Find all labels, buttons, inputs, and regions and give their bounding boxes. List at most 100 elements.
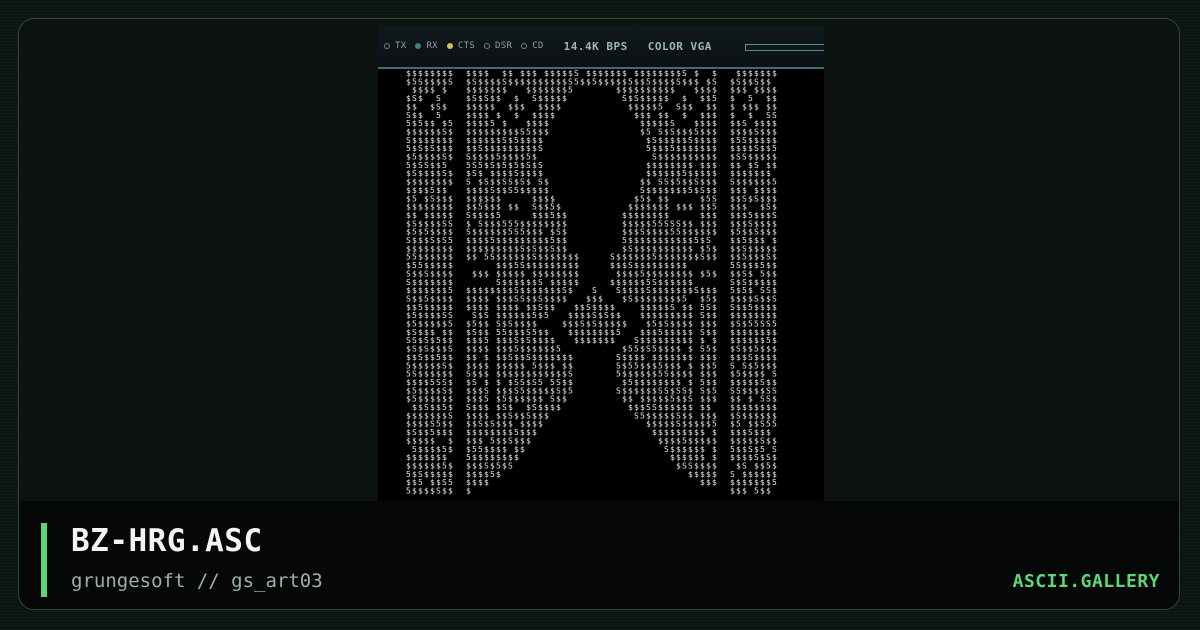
preview-card: TX RX CTS DSR CD 14.4K BPS COLOR VGA $ $… (18, 18, 1180, 610)
ascii-glyph: $ (646, 420, 651, 429)
ascii-glyph: $ (688, 253, 693, 262)
ascii-glyph: S (472, 169, 477, 178)
indicator-tx: TX (384, 41, 406, 51)
ascii-glyph: $ (754, 386, 759, 395)
ascii-glyph: $ (712, 253, 717, 262)
ascii-glyph: $ (514, 453, 519, 462)
ascii-glyph: $ (550, 403, 555, 412)
ascii-glyph: S (520, 294, 525, 303)
ascii-glyph: $ (760, 86, 765, 95)
ascii-glyph: $ (688, 102, 693, 111)
ascii-glyph: S (622, 94, 627, 103)
ascii-glyph: 5 (706, 269, 711, 278)
ascii-glyph: $ (580, 77, 585, 86)
ascii-glyph: $ (478, 370, 483, 379)
ascii-glyph: $ (574, 336, 579, 345)
info-footer: BZ-HRG.ASC grungesoft // gs_art03 ASCII.… (19, 501, 1179, 609)
ascii-glyph: $ (442, 428, 447, 437)
ascii-glyph: $ (742, 86, 747, 95)
ascii-glyph: S (616, 386, 621, 395)
ascii-glyph: 5 (574, 77, 579, 86)
ascii-glyph: $ (766, 361, 771, 370)
ascii-glyph: $ (754, 261, 759, 270)
ascii-glyph: $ (448, 487, 453, 496)
ascii-glyph: $ (670, 453, 675, 462)
terminal-screen: TX RX CTS DSR CD 14.4K BPS COLOR VGA $ $… (378, 25, 824, 501)
ascii-glyph: $ (688, 77, 693, 86)
ascii-glyph: $ (694, 86, 699, 95)
ascii-glyph: $ (514, 111, 519, 120)
ascii-glyph: 5 (646, 144, 651, 153)
ascii-glyph: $ (424, 470, 429, 479)
ascii-glyph: S (508, 436, 513, 445)
ascii-glyph: $ (496, 470, 501, 479)
ascii-glyph: S (508, 186, 513, 195)
ascii-glyph: $ (532, 169, 537, 178)
ascii-glyph: $ (544, 269, 549, 278)
ascii-glyph: $ (676, 203, 681, 212)
ascii-glyph: $ (502, 370, 507, 379)
ascii-glyph: $ (442, 86, 447, 95)
ascii-glyph: $ (430, 102, 435, 111)
ascii-glyph: $ (730, 487, 735, 496)
ascii-glyph: $ (568, 328, 573, 337)
ascii-glyph: $ (472, 253, 477, 262)
ascii-glyph: $ (490, 102, 495, 111)
ascii-glyph: S (754, 194, 759, 203)
ascii-glyph: $ (640, 127, 645, 136)
ascii-glyph: S (646, 345, 651, 354)
ascii-glyph: $ (502, 186, 507, 195)
ascii-glyph: S (694, 286, 699, 295)
ascii-glyph: $ (622, 395, 627, 404)
ascii-glyph: 5 (688, 186, 693, 195)
ascii-glyph: $ (526, 436, 531, 445)
ascii-glyph: $ (436, 320, 441, 329)
ascii-glyph: $ (694, 253, 699, 262)
ascii-glyph: $ (508, 203, 513, 212)
ascii-glyph: $ (466, 253, 471, 262)
ascii-glyph: $ (742, 386, 747, 395)
ascii-glyph: $ (610, 261, 615, 270)
ascii-glyph: S (526, 353, 531, 362)
ascii-glyph: $ (508, 102, 513, 111)
ascii-glyph: 5 (484, 253, 489, 262)
ascii-glyph: $ (694, 186, 699, 195)
ascii-glyph: $ (736, 86, 741, 95)
ascii-glyph: 5 (616, 370, 621, 379)
ascii-glyph: $ (622, 320, 627, 329)
ascii-glyph: $ (478, 345, 483, 354)
ascii-glyph: $ (742, 487, 747, 496)
ascii-glyph: $ (670, 186, 675, 195)
ascii-glyph: $ (652, 186, 657, 195)
ascii-glyph: $ (550, 303, 555, 312)
ascii-glyph: $ (628, 102, 633, 111)
ascii-glyph: $ (688, 203, 693, 212)
ascii-glyph: $ (682, 111, 687, 120)
ascii-glyph: $ (526, 86, 531, 95)
ascii-glyph: $ (448, 178, 453, 187)
ascii-glyph: 5 (640, 411, 645, 420)
ascii-glyph: $ (742, 102, 747, 111)
ascii-glyph: S (676, 102, 681, 111)
ascii-glyph: $ (556, 353, 561, 362)
ascii-glyph: $ (688, 470, 693, 479)
ascii-glyph: $ (748, 478, 753, 487)
ascii-glyph: $ (700, 478, 705, 487)
ascii-glyph: S (742, 153, 747, 162)
ascii-glyph: $ (406, 395, 411, 404)
ascii-glyph: $ (580, 336, 585, 345)
ascii-glyph: 5 (436, 111, 441, 120)
ascii-glyph: $ (622, 294, 627, 303)
ascii-artwork: $ $ $ $ $ $ $ $ $ $ $ $ $ $ $ $ $ $ $ $ $ $ S $ $ $ $ $ $ $ $ $ $ $ $ $ $ $ S $… (406, 69, 777, 496)
ascii-glyph: $ (610, 77, 615, 86)
ascii-glyph: $ (538, 311, 543, 320)
ascii-glyph: $ (772, 69, 777, 78)
ascii-glyph: $ (406, 436, 411, 445)
ascii-glyph: $ (544, 370, 549, 379)
ascii-glyph: $ (682, 203, 687, 212)
ascii-glyph: $ (478, 478, 483, 487)
cd-led-icon (521, 43, 528, 49)
indicator-label: DSR (495, 41, 513, 51)
ascii-glyph: $ (496, 111, 501, 120)
ascii-glyph: S (490, 253, 495, 262)
